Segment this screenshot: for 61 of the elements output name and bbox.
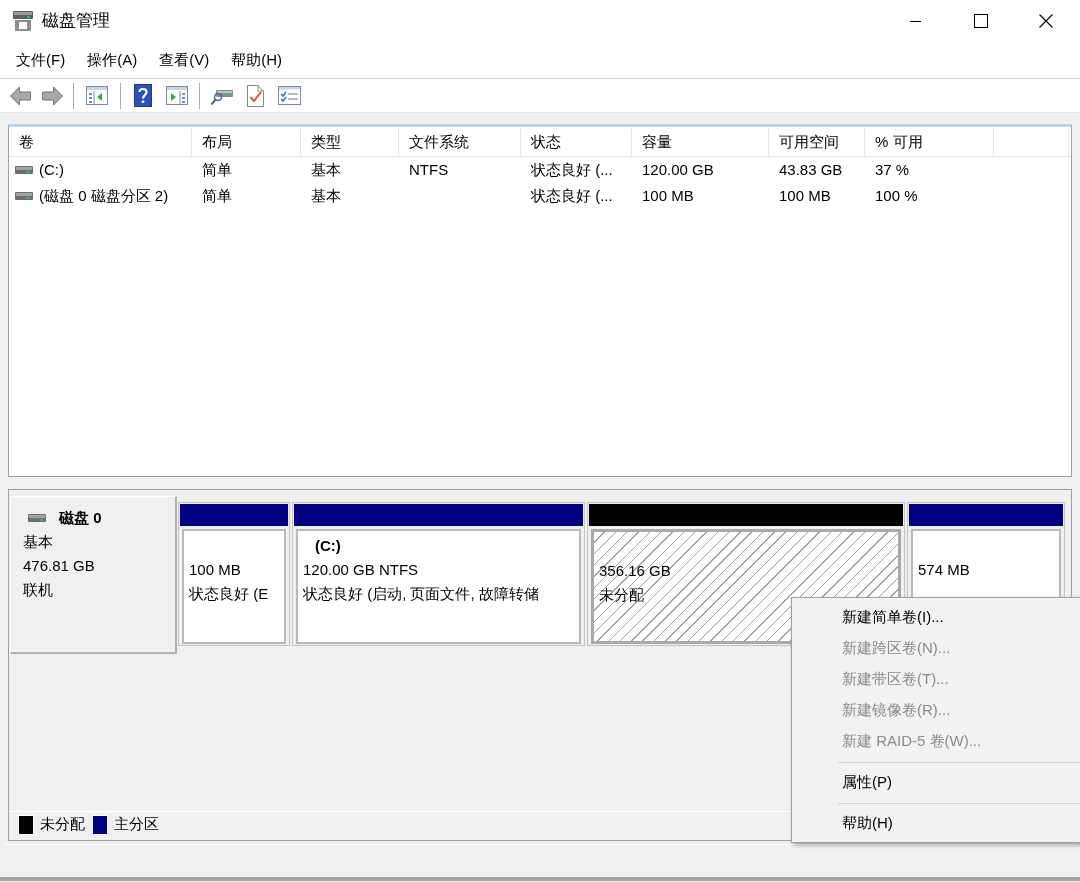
help-icon[interactable] bbox=[134, 84, 152, 107]
partition-size: 120.00 GB NTFS bbox=[303, 559, 419, 580]
drive-icon bbox=[15, 192, 33, 200]
forward-arrow-icon[interactable] bbox=[42, 85, 63, 106]
maximize-icon bbox=[973, 14, 988, 28]
disk-status: 联机 bbox=[23, 580, 54, 600]
table-cell: 基本 bbox=[311, 186, 341, 204]
table-cell: 100 % bbox=[875, 186, 918, 204]
disk-info-panel[interactable]: 磁盘 0 基本 476.81 GB 联机 bbox=[10, 496, 177, 654]
disk-drive-icon bbox=[13, 11, 33, 31]
partition-size: 100 MB bbox=[189, 559, 241, 580]
menu-item[interactable]: 帮助(H) bbox=[792, 808, 1080, 839]
disk-name: 磁盘 0 bbox=[59, 507, 102, 528]
window-title: 磁盘管理 bbox=[42, 10, 110, 33]
console-tree-icon[interactable] bbox=[86, 86, 108, 105]
table-cell-text: (磁盘 0 磁盘分区 2) bbox=[39, 185, 169, 206]
column-header[interactable]: 布局 bbox=[192, 128, 301, 156]
minimize-icon bbox=[910, 20, 921, 22]
partition-size: 356.16 GB bbox=[599, 560, 671, 581]
partition-box[interactable]: (C:) 120.00 GB NTFS 状态良好 (启动, 页面文件, 故障转储 bbox=[296, 529, 581, 644]
table-cell: 120.00 GB bbox=[642, 160, 714, 178]
menu-item[interactable]: 操作(A) bbox=[79, 46, 146, 74]
legend-label: 未分配 bbox=[40, 814, 85, 835]
column-header[interactable]: 状态 bbox=[521, 128, 632, 156]
partition-size: 574 MB bbox=[918, 559, 970, 580]
column-header[interactable]: % 可用 bbox=[865, 128, 994, 156]
menu-item[interactable]: 帮助(H) bbox=[223, 46, 290, 74]
table-cell: 状态良好 (... bbox=[531, 186, 613, 204]
close-icon bbox=[1038, 14, 1053, 28]
table-cell-text: (C:) bbox=[39, 159, 64, 180]
menu-item[interactable]: 文件(F) bbox=[8, 46, 74, 74]
partition-status: 状态良好 (启动, 页面文件, 故障转储 bbox=[303, 583, 539, 604]
table-cell: 37 % bbox=[875, 160, 910, 178]
column-header[interactable]: 类型 bbox=[301, 128, 399, 156]
partition-status: 未分配 bbox=[599, 584, 644, 605]
column-header[interactable]: 可用空间 bbox=[769, 128, 865, 156]
disk-type: 基本 bbox=[23, 532, 54, 552]
legend-label: 主分区 bbox=[114, 814, 159, 835]
menu-item[interactable]: 查看(V) bbox=[151, 46, 218, 74]
column-header[interactable]: 文件系统 bbox=[399, 128, 521, 156]
back-arrow-icon[interactable] bbox=[10, 85, 31, 106]
drive-icon bbox=[28, 514, 46, 522]
table-cell: 100 MB bbox=[779, 186, 831, 204]
drive-icon bbox=[15, 166, 33, 174]
checked-document-icon[interactable] bbox=[247, 84, 264, 107]
table-cell: 简单 bbox=[202, 186, 232, 204]
table-cell: NTFS bbox=[409, 160, 449, 178]
partition-status: 状态良好 (E bbox=[189, 583, 269, 604]
partition-label: (C:) bbox=[315, 535, 341, 556]
table-cell: 状态良好 (... bbox=[531, 160, 613, 178]
table-cell: 基本 bbox=[311, 160, 341, 178]
partition-box[interactable]: 100 MB 状态良好 (E bbox=[182, 529, 286, 644]
column-header[interactable]: 卷 bbox=[9, 128, 192, 156]
disk-size: 476.81 GB bbox=[23, 556, 96, 576]
table-cell: 43.83 GB bbox=[779, 160, 843, 178]
table-cell: 100 MB bbox=[642, 186, 694, 204]
action-pane-icon[interactable] bbox=[166, 86, 188, 105]
column-header[interactable]: 容量 bbox=[632, 128, 769, 156]
menu-item[interactable]: 属性(P) bbox=[792, 767, 1080, 798]
table-cell: 简单 bbox=[202, 160, 232, 178]
checklist-icon[interactable] bbox=[278, 86, 301, 105]
